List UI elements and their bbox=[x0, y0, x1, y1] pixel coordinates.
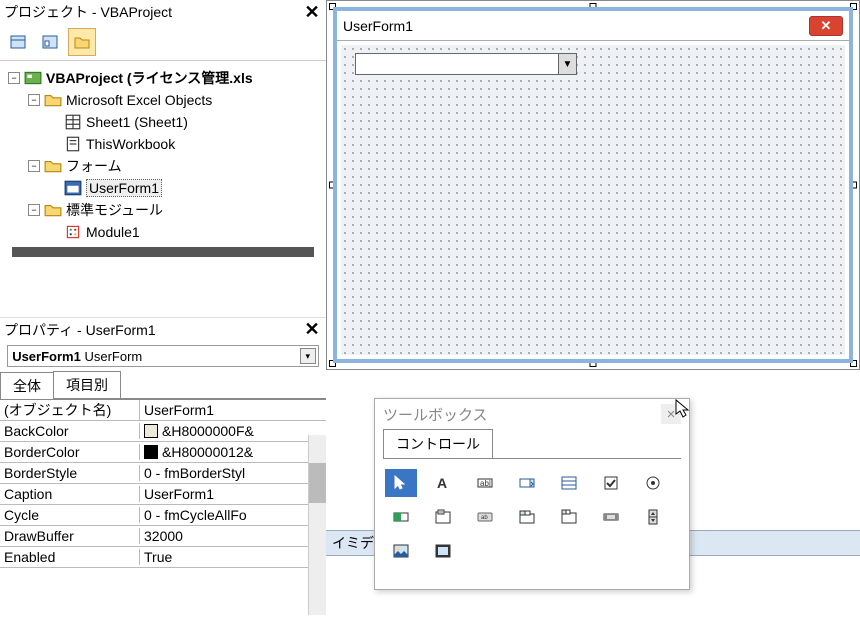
prop-name: BorderColor bbox=[0, 444, 140, 460]
project-tree: − VBAProject (ライセンス管理.xls − Microsoft Ex… bbox=[0, 61, 326, 311]
prop-value[interactable]: UserForm1 bbox=[140, 402, 326, 418]
tool-togglebutton[interactable] bbox=[385, 503, 417, 531]
tree-folder-modules[interactable]: 標準モジュール bbox=[66, 200, 163, 220]
tool-pointer[interactable] bbox=[385, 469, 417, 497]
prop-name: (オブジェクト名) bbox=[0, 400, 140, 420]
properties-panel-title: プロパティ - UserForm1 bbox=[4, 320, 156, 340]
userform-design-surface[interactable]: ▼ bbox=[341, 45, 845, 355]
object-selector-combo[interactable]: UserForm1 UserForm ▾ bbox=[7, 345, 319, 367]
tree-folder-excel-objects[interactable]: Microsoft Excel Objects bbox=[66, 92, 212, 108]
svg-text:xy: xy bbox=[439, 509, 443, 514]
prop-name: DrawBuffer bbox=[0, 528, 140, 544]
tool-spinbutton[interactable] bbox=[637, 503, 669, 531]
properties-grid: (オブジェクト名)UserForm1 BackColor&H8000000F& … bbox=[0, 399, 326, 568]
tool-image[interactable] bbox=[385, 537, 417, 565]
toolbox-window[interactable]: ツールボックス × コントロール A ab| xy ab bbox=[374, 398, 690, 590]
svg-text:ab|: ab| bbox=[480, 479, 491, 488]
userform-icon bbox=[64, 180, 82, 196]
prop-name: BackColor bbox=[0, 423, 140, 439]
prop-name: BorderStyle bbox=[0, 465, 140, 481]
tree-item-userform1[interactable]: UserForm1 bbox=[86, 179, 162, 197]
svg-text:A: A bbox=[437, 475, 447, 491]
tree-item-sheet1[interactable]: Sheet1 (Sheet1) bbox=[86, 114, 188, 130]
prop-value[interactable]: &H80000012& bbox=[140, 444, 326, 460]
view-object-button[interactable] bbox=[36, 28, 64, 56]
color-swatch bbox=[144, 445, 158, 459]
userform-caption: UserForm1 bbox=[343, 18, 413, 34]
form-designer-window: UserForm1 ✕ ▼ bbox=[326, 0, 860, 370]
tab-all[interactable]: 全体 bbox=[0, 372, 54, 399]
folder-icon bbox=[44, 92, 62, 108]
combobox-control[interactable]: ▼ bbox=[355, 53, 577, 75]
toggle-folders-button[interactable] bbox=[68, 28, 96, 56]
properties-panel-close[interactable]: ✕ bbox=[302, 320, 322, 340]
chevron-down-icon: ▾ bbox=[300, 348, 316, 364]
toolbox-title: ツールボックス bbox=[383, 404, 488, 425]
userform-close-button[interactable]: ✕ bbox=[809, 16, 843, 36]
tree-item-module1[interactable]: Module1 bbox=[86, 224, 140, 240]
tree-item-thisworkbook[interactable]: ThisWorkbook bbox=[86, 136, 175, 152]
folder-icon bbox=[44, 202, 62, 218]
project-root-label[interactable]: VBAProject (ライセンス管理.xls bbox=[46, 68, 253, 88]
project-toolbar bbox=[0, 24, 326, 61]
prop-value[interactable]: &H8000000F& bbox=[140, 423, 326, 439]
tree-expander[interactable]: − bbox=[28, 160, 40, 172]
tool-checkbox[interactable] bbox=[595, 469, 627, 497]
project-panel-title: プロジェクト - VBAProject bbox=[4, 2, 172, 22]
prop-value[interactable]: 32000 bbox=[140, 528, 326, 544]
tree-expander[interactable]: − bbox=[28, 94, 40, 106]
tool-frame[interactable]: xy bbox=[427, 503, 459, 531]
project-panel-close[interactable]: ✕ bbox=[302, 2, 322, 22]
tab-by-category[interactable]: 項目別 bbox=[53, 371, 121, 398]
tree-expander[interactable]: − bbox=[8, 72, 20, 84]
prop-value[interactable]: UserForm1 bbox=[140, 486, 326, 502]
tree-expander[interactable]: − bbox=[28, 204, 40, 216]
color-swatch bbox=[144, 424, 158, 438]
tree-folder-forms[interactable]: フォーム bbox=[66, 156, 122, 176]
module-icon bbox=[64, 224, 82, 240]
view-code-button[interactable] bbox=[4, 28, 32, 56]
prop-value[interactable]: 0 - fmCycleAllFo bbox=[140, 507, 326, 523]
properties-scrollbar[interactable] bbox=[308, 435, 326, 615]
tool-listbox[interactable] bbox=[553, 469, 585, 497]
tool-refedit[interactable] bbox=[427, 537, 459, 565]
vba-project-icon bbox=[24, 70, 42, 86]
prop-value[interactable]: 0 - fmBorderStyl bbox=[140, 465, 326, 481]
tool-tabstrip[interactable] bbox=[511, 503, 543, 531]
tool-optionbutton[interactable] bbox=[637, 469, 669, 497]
svg-text:ab: ab bbox=[481, 515, 488, 521]
tool-scrollbar[interactable] bbox=[595, 503, 627, 531]
tool-commandbutton[interactable]: ab bbox=[469, 503, 501, 531]
tool-textbox[interactable]: ab| bbox=[469, 469, 501, 497]
prop-name: Cycle bbox=[0, 507, 140, 523]
chevron-down-icon: ▼ bbox=[558, 54, 576, 74]
folder-icon bbox=[44, 158, 62, 174]
toolbox-tab-controls[interactable]: コントロール bbox=[383, 429, 493, 458]
worksheet-icon bbox=[64, 114, 82, 130]
tool-multipage[interactable] bbox=[553, 503, 585, 531]
prop-value[interactable]: True bbox=[140, 549, 326, 565]
prop-name: Enabled bbox=[0, 549, 140, 565]
tool-combobox[interactable] bbox=[511, 469, 543, 497]
prop-name: Caption bbox=[0, 486, 140, 502]
tree-horizontal-scrollbar[interactable] bbox=[12, 247, 314, 257]
tool-label[interactable]: A bbox=[427, 469, 459, 497]
mouse-cursor-icon bbox=[674, 398, 692, 420]
workbook-icon bbox=[64, 136, 82, 152]
